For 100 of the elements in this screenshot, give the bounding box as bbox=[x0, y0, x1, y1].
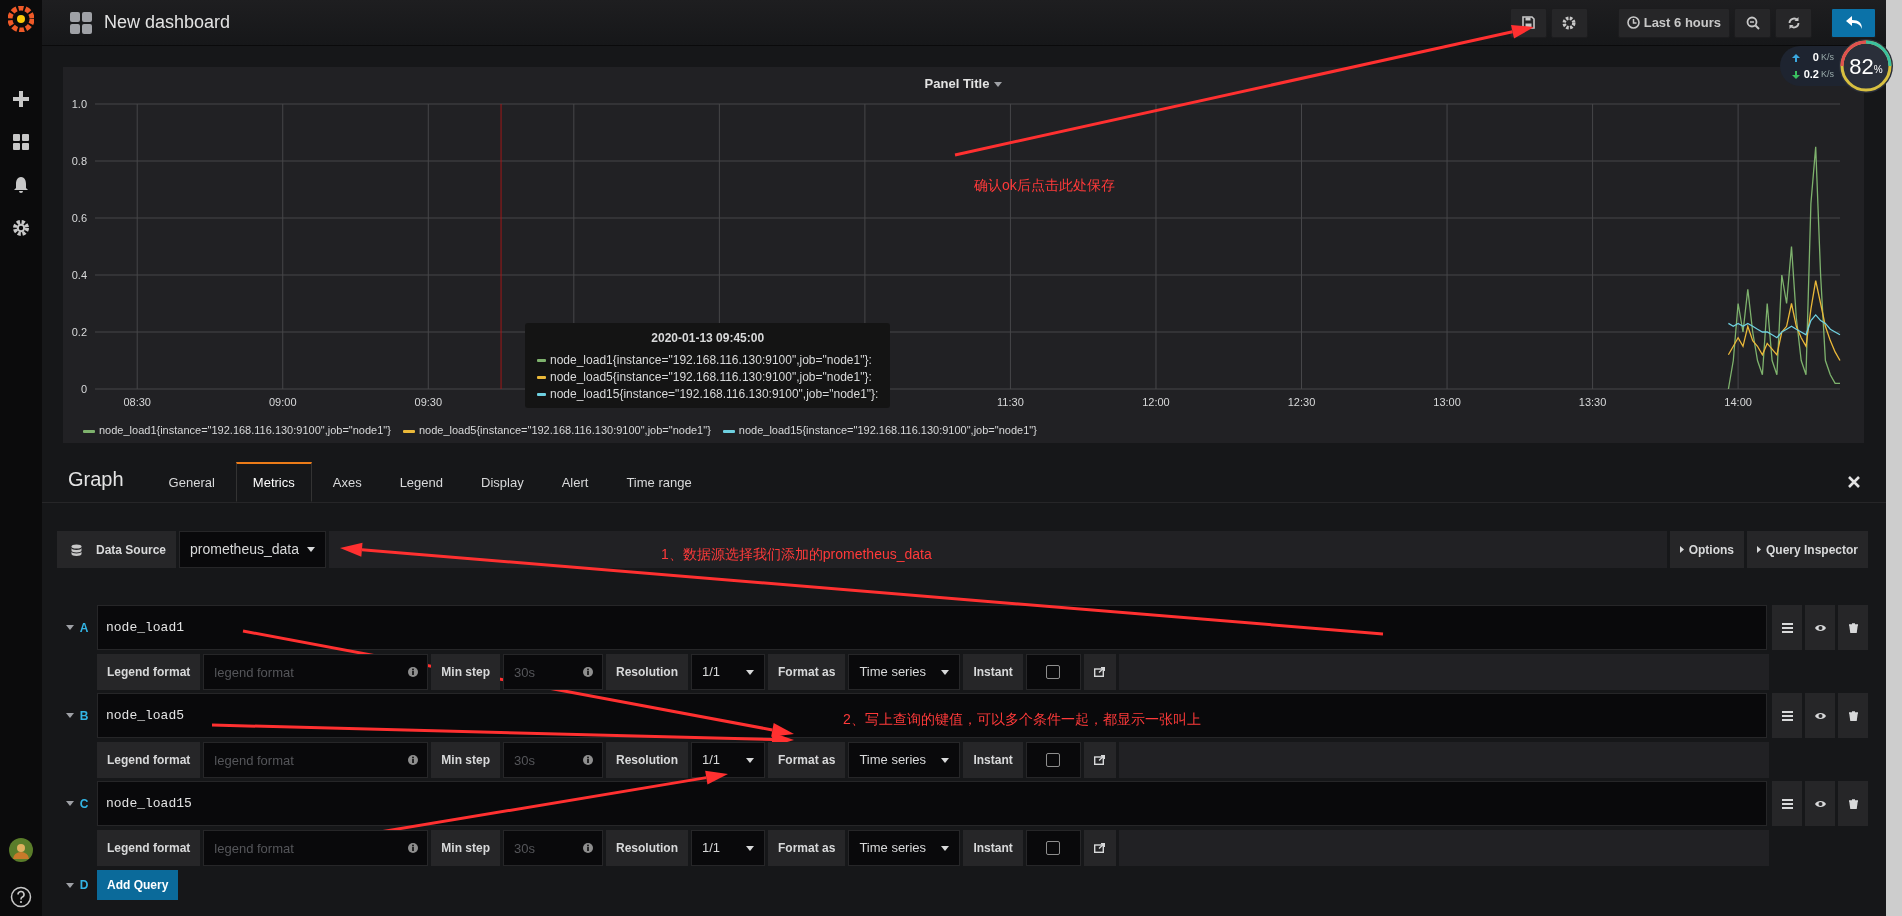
close-icon[interactable] bbox=[1848, 476, 1860, 488]
tooltip-series: node_load1{instance="192.168.116.130:9100",job="node1"}: bbox=[550, 353, 872, 367]
query-inspector-button[interactable]: Query Inspector bbox=[1746, 531, 1868, 568]
eye-icon bbox=[1814, 622, 1826, 633]
settings-icon[interactable] bbox=[12, 219, 30, 237]
caret-icon bbox=[65, 625, 74, 630]
legend-item[interactable]: node_load15{instance="192.168.116.130:9100",job="node1"} bbox=[738, 424, 1037, 436]
gauge-percent: 82 bbox=[1849, 52, 1874, 81]
avatar-icon[interactable] bbox=[9, 838, 33, 862]
settings-icon bbox=[1562, 15, 1577, 30]
field-label: Min step bbox=[431, 654, 500, 690]
grid-icon[interactable] bbox=[12, 133, 30, 151]
delete-button[interactable] bbox=[1838, 781, 1868, 826]
query-letter[interactable]: A bbox=[79, 618, 89, 637]
caret-icon bbox=[65, 801, 74, 806]
share-button[interactable] bbox=[1083, 654, 1116, 690]
resolution-dropdown[interactable]: 1/1 bbox=[691, 742, 765, 778]
y-tick-label: 1.0 bbox=[71, 98, 87, 110]
delete-button[interactable] bbox=[1838, 605, 1868, 650]
info-icon bbox=[583, 667, 593, 677]
y-tick-label: 0.8 bbox=[71, 155, 87, 167]
time-range-button[interactable]: Last 6 hours bbox=[1617, 7, 1730, 38]
editor-title: Graph bbox=[68, 467, 124, 492]
resolution-dropdown[interactable]: 1/1 bbox=[691, 830, 765, 866]
info-icon bbox=[408, 755, 419, 765]
scrollbar[interactable] bbox=[1886, 0, 1902, 916]
menu-button[interactable] bbox=[1772, 781, 1802, 826]
field-label: Resolution bbox=[606, 742, 688, 778]
refresh-button[interactable] bbox=[1775, 7, 1812, 38]
lines-icon bbox=[1781, 798, 1793, 809]
share-icon bbox=[1094, 755, 1106, 765]
menu-button[interactable] bbox=[1772, 693, 1802, 738]
menu-button[interactable] bbox=[1772, 605, 1802, 650]
caret-icon bbox=[65, 882, 74, 888]
min-step-field[interactable]: 30s bbox=[503, 654, 603, 690]
data-source-dropdown[interactable]: prometheus_data bbox=[179, 531, 326, 568]
legend-format-field[interactable]: legend format bbox=[203, 742, 429, 778]
instant-checkbox[interactable] bbox=[1046, 665, 1061, 679]
lines-icon bbox=[1781, 710, 1793, 721]
info-icon bbox=[583, 843, 593, 853]
editor-tab[interactable]: General bbox=[151, 462, 232, 502]
caret-icon bbox=[994, 82, 1003, 88]
options-button[interactable]: Options bbox=[1669, 531, 1744, 568]
toggle-visibility-button[interactable] bbox=[1805, 605, 1835, 650]
legend-format-field[interactable]: legend format bbox=[203, 830, 429, 866]
editor-tab[interactable]: Display bbox=[464, 462, 541, 502]
tooltip-series: node_load15{instance="192.168.116.130:9100",job="node1"}: bbox=[550, 387, 879, 401]
editor-tab[interactable]: Time range bbox=[609, 462, 709, 502]
x-tick-label: 13:00 bbox=[1433, 396, 1461, 408]
min-step-field[interactable]: 30s bbox=[503, 742, 603, 778]
caret-icon bbox=[65, 713, 74, 718]
legend-item[interactable]: node_load1{instance="192.168.116.130:9100",job="node1"} bbox=[99, 424, 391, 436]
legend-item[interactable]: node_load5{instance="192.168.116.130:9100",job="node1"} bbox=[418, 424, 711, 436]
delete-button[interactable] bbox=[1838, 693, 1868, 738]
editor-tab[interactable]: Alert bbox=[544, 462, 606, 502]
plus-icon[interactable] bbox=[12, 90, 30, 108]
speed-unit: K/s bbox=[1821, 50, 1834, 64]
caret-icon bbox=[746, 845, 754, 851]
help-icon[interactable] bbox=[10, 886, 32, 908]
zoom-out-button[interactable] bbox=[1734, 7, 1771, 38]
field-label: Min step bbox=[431, 742, 500, 778]
back-button[interactable] bbox=[1831, 7, 1876, 38]
query-field[interactable]: node_load15 bbox=[97, 781, 1767, 826]
settings-button[interactable] bbox=[1550, 7, 1588, 38]
y-tick-label: 0.2 bbox=[71, 326, 87, 338]
dashboard-title[interactable]: New dashboard bbox=[104, 9, 231, 36]
format-as-dropdown[interactable]: Time series bbox=[848, 742, 961, 778]
panel-title[interactable]: Panel Title bbox=[924, 76, 990, 91]
back-arrow-icon bbox=[1844, 14, 1863, 31]
legend-format-field[interactable]: legend format bbox=[203, 654, 429, 690]
query-letter[interactable]: B bbox=[79, 706, 89, 725]
add-query-button[interactable]: Add Query bbox=[97, 870, 179, 900]
y-tick-label: 0.4 bbox=[71, 269, 87, 281]
resolution-dropdown[interactable]: 1/1 bbox=[691, 654, 765, 690]
format-as-dropdown[interactable]: Time series bbox=[848, 654, 961, 690]
instant-checkbox[interactable] bbox=[1046, 753, 1061, 767]
speed-value: 0.2 bbox=[1803, 67, 1819, 83]
share-button[interactable] bbox=[1083, 742, 1116, 778]
x-tick-label: 13:30 bbox=[1578, 396, 1607, 408]
field-label: Instant bbox=[963, 830, 1023, 866]
speed-unit: K/s bbox=[1821, 67, 1834, 81]
caret-icon bbox=[941, 845, 950, 851]
query-letter[interactable]: D bbox=[79, 876, 89, 894]
editor-tab[interactable]: Metrics bbox=[235, 461, 312, 502]
query-field[interactable]: node_load1 bbox=[97, 605, 1767, 650]
trash-icon bbox=[1847, 710, 1859, 721]
annotation-text: 确认ok后点击此处保存 bbox=[974, 176, 1115, 195]
toggle-visibility-button[interactable] bbox=[1805, 693, 1835, 738]
editor-tab[interactable]: Legend bbox=[382, 462, 461, 502]
x-tick-label: 08:30 bbox=[123, 396, 151, 408]
toggle-visibility-button[interactable] bbox=[1805, 781, 1835, 826]
share-button[interactable] bbox=[1083, 830, 1116, 866]
query-letter[interactable]: C bbox=[79, 794, 89, 813]
min-step-field[interactable]: 30s bbox=[503, 830, 603, 866]
field-label: Format as bbox=[768, 654, 846, 690]
editor-tab[interactable]: Axes bbox=[315, 462, 379, 502]
instant-checkbox[interactable] bbox=[1046, 841, 1061, 855]
bell-icon[interactable] bbox=[12, 176, 30, 194]
format-as-dropdown[interactable]: Time series bbox=[848, 830, 961, 866]
field-label: Instant bbox=[963, 742, 1023, 778]
